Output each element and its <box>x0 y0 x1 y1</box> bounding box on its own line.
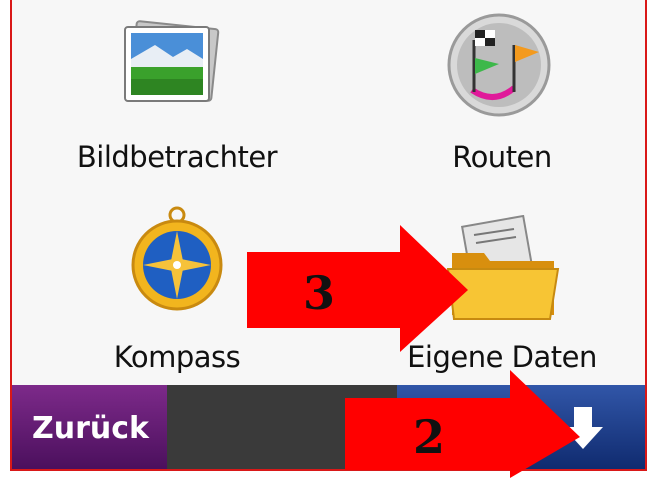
menu-item-eigene-daten[interactable]: Eigene Daten <box>382 200 622 380</box>
back-button-label: Zurück <box>32 410 149 446</box>
annotation-number-3: 3 <box>303 266 336 320</box>
down-arrow-icon <box>561 405 605 455</box>
menu-item-kompass[interactable]: Kompass <box>67 200 287 380</box>
menu-item-label: Kompass <box>113 340 241 374</box>
folder-icon <box>444 214 564 329</box>
bottom-bar: Zurück <box>12 385 645 469</box>
back-button[interactable]: Zurück <box>12 385 167 469</box>
menu-item-label: Eigene Daten <box>407 340 597 374</box>
annotation-number-2: 2 <box>413 410 446 464</box>
menu-item-routen[interactable]: Routen <box>392 0 612 185</box>
compass-icon <box>127 205 227 319</box>
menu-screen: Bildbetrachter Routen Kompass Eigene Dat… <box>10 0 647 471</box>
photo-viewer-icon <box>115 15 225 119</box>
routes-flags-icon <box>444 10 554 124</box>
menu-item-bildbetrachter[interactable]: Bildbetrachter <box>67 0 287 185</box>
menu-item-label: Routen <box>452 140 552 174</box>
menu-item-label: Bildbetrachter <box>76 140 278 174</box>
